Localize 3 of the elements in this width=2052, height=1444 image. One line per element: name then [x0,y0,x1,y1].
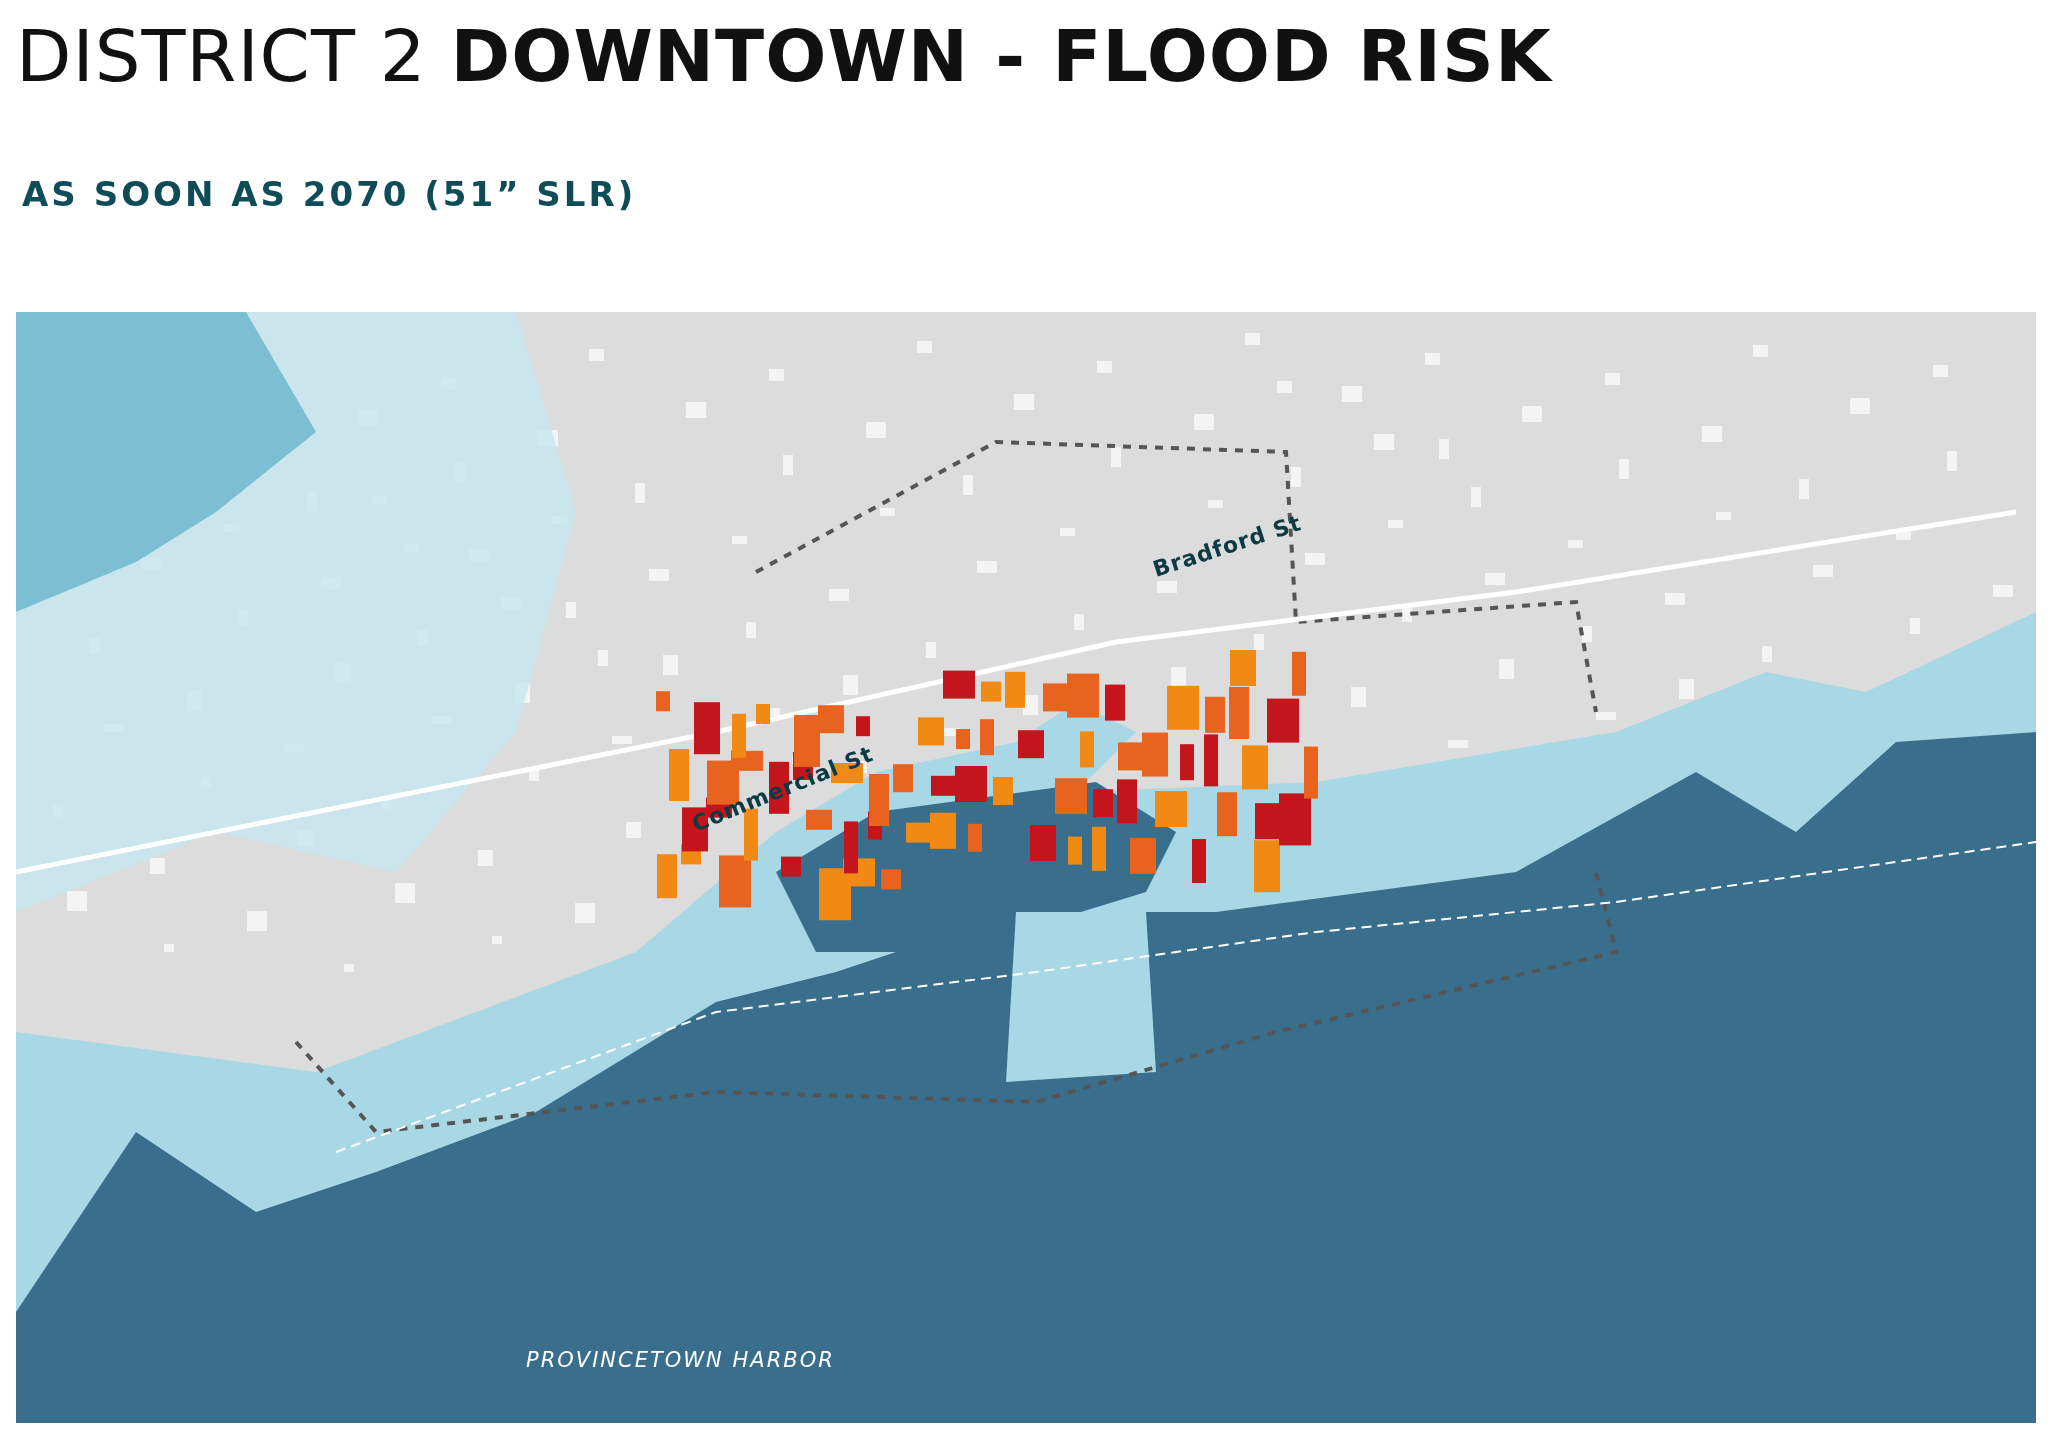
water-label: PROVINCETOWN HARBOR [526,1348,835,1372]
page-subtitle: AS SOON AS 2070 (51” SLR) [22,173,638,216]
page-title: DISTRICT 2 DOWNTOWN - FLOOD RISK [16,13,1554,100]
